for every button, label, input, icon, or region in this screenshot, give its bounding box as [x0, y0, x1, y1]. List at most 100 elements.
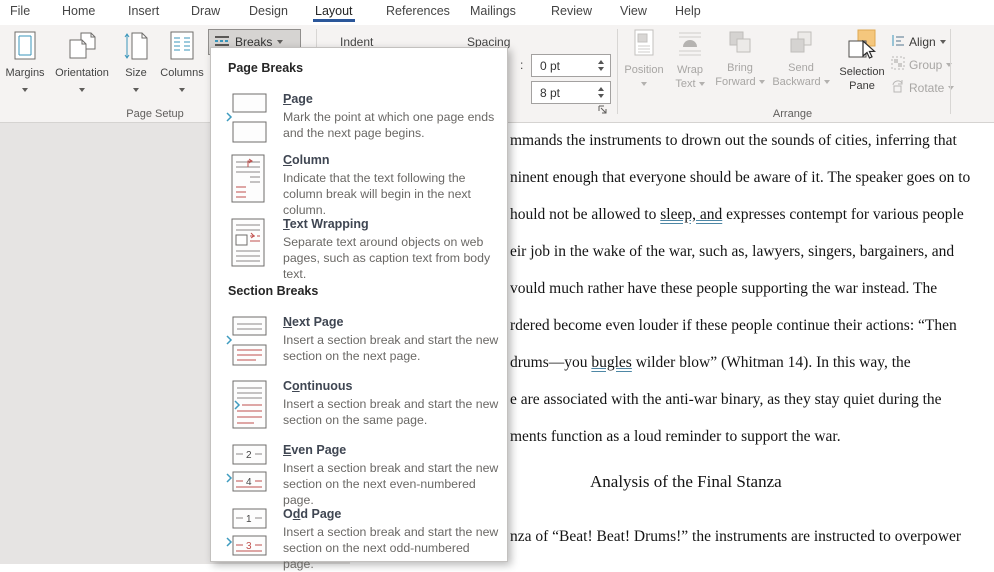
size-button[interactable]: Size [116, 29, 156, 105]
group-button: Group [891, 56, 953, 73]
rotate-button: Rotate [891, 79, 955, 96]
group-separator [950, 29, 951, 114]
margins-icon [2, 31, 48, 64]
chevron-down-icon [277, 40, 284, 44]
position-button: Position [622, 29, 666, 91]
document-line[interactable]: hould not be allowed to sleep, and expre… [510, 206, 964, 224]
menu-item-text-wrapping-break[interactable]: Text Wrapping Separate text around objec… [225, 217, 499, 282]
paragraph-dialog-launcher-icon[interactable] [597, 103, 609, 121]
grammar-underlined-text: sleep, and [660, 206, 723, 223]
chevron-down-icon [79, 88, 85, 93]
menu-item-title: Odd Page [283, 507, 342, 521]
menu-item-description: Indicate that the text following the col… [283, 171, 471, 217]
chevron-down-icon [758, 80, 765, 85]
menu-item-text: Next Page Insert a section break and sta… [283, 315, 501, 367]
svg-text:2: 2 [246, 450, 252, 461]
chevron-down-icon [22, 88, 28, 93]
menu-item-description: Separate text around objects on web page… [283, 235, 491, 281]
word-window: { "menu": { "tabs": [ {"label":"File"}, … [0, 0, 994, 571]
continuous-break-icon [225, 379, 271, 431]
document-line[interactable]: nza of “Beat! Beat! Drums!” the instrume… [510, 528, 961, 546]
label-fragment: : [520, 58, 524, 72]
document-line[interactable]: drums—you bugles wilder blow” (Whitman 1… [510, 354, 911, 372]
group-icon [891, 56, 905, 73]
grammar-underlined-text: bugles [591, 354, 632, 371]
tab-layout[interactable]: Layout [313, 4, 355, 22]
menu-item-title: Text Wrapping [283, 217, 369, 231]
menu-item-description: Insert a section break and start the new… [283, 333, 499, 363]
menu-item-title: Even Page [283, 443, 347, 457]
tab-home[interactable]: Home [62, 4, 95, 18]
columns-icon [156, 31, 208, 64]
page-break-icon [225, 92, 271, 144]
document-heading[interactable]: Analysis of the Final Stanza [590, 472, 782, 492]
wrap-text-button: Wrap Text [668, 29, 712, 91]
document-line[interactable]: e are associated with the anti-war binar… [510, 391, 942, 409]
chevron-down-icon [939, 39, 946, 44]
position-icon [622, 29, 666, 61]
align-button[interactable]: Align [891, 33, 946, 50]
tab-draw[interactable]: Draw [191, 4, 220, 18]
tab-help[interactable]: Help [675, 4, 701, 18]
orientation-button[interactable]: Orientation [50, 29, 114, 105]
bring-forward-icon [712, 29, 768, 59]
orientation-icon [50, 31, 114, 64]
menu-item-text: Odd Page Insert a section break and star… [283, 507, 501, 572]
menu-item-title: Page [283, 92, 313, 106]
arrange-group-label: Arrange [772, 108, 813, 120]
spacing-before-input[interactable]: 0 pt [531, 54, 611, 77]
breaks-dropdown-menu: Page Breaks Page Mark the point at which… [210, 47, 508, 571]
text-wrapping-break-icon [225, 217, 271, 282]
menu-item-text: Continuous Insert a section break and st… [283, 379, 501, 431]
svg-text:4: 4 [246, 477, 252, 488]
menu-item-page-break[interactable]: Page Mark the point at which one page en… [225, 92, 499, 144]
menu-item-continuous-break[interactable]: Continuous Insert a section break and st… [225, 379, 499, 431]
chevron-down-icon [133, 88, 139, 93]
chevron-down-icon [641, 82, 647, 87]
svg-text:3: 3 [246, 541, 252, 552]
tab-file[interactable]: File [10, 4, 30, 18]
menu-item-title: Continuous [283, 379, 353, 393]
margins-button[interactable]: Margins [2, 29, 48, 105]
menu-item-even-page-break[interactable]: 24 Even Page Insert a section break and … [225, 443, 499, 508]
even-page-break-icon: 24 [225, 443, 271, 508]
group-separator [617, 29, 618, 114]
menu-item-text: Page Mark the point at which one page en… [283, 92, 501, 144]
tab-view[interactable]: View [620, 4, 647, 18]
spinner-arrows[interactable] [592, 60, 610, 71]
document-line[interactable]: ninent enough that everyone should be aw… [510, 169, 970, 187]
column-break-icon [225, 153, 271, 218]
wrap-text-icon [668, 29, 712, 61]
chevron-down-icon [823, 80, 830, 85]
tab-review[interactable]: Review [551, 4, 592, 18]
spacing-after-input[interactable]: 8 pt [531, 81, 611, 104]
send-backward-icon [770, 29, 832, 59]
menu-item-column-break[interactable]: Column Indicate that the text following … [225, 153, 499, 218]
menu-item-next-page-break[interactable]: Next Page Insert a section break and sta… [225, 315, 499, 367]
spinner-arrows[interactable] [592, 87, 610, 98]
chevron-down-icon [179, 88, 185, 93]
svg-text:1: 1 [246, 514, 252, 525]
chevron-down-icon [698, 82, 705, 87]
align-icon [891, 33, 905, 50]
menu-bar: File Home Insert Draw Design Layout Refe… [0, 0, 994, 25]
menu-item-description: Mark the point at which one page ends an… [283, 110, 495, 140]
document-line[interactable]: mmands the instruments to drown out the … [510, 132, 957, 150]
tab-insert[interactable]: Insert [128, 4, 159, 18]
columns-button[interactable]: Columns [156, 29, 208, 105]
tab-design[interactable]: Design [249, 4, 288, 18]
document-line[interactable]: ments function as a loud reminder to sup… [510, 428, 841, 446]
mouse-cursor [862, 39, 878, 67]
document-line[interactable]: eir job in the wake of the war, such as,… [510, 243, 954, 261]
menu-item-title: Next Page [283, 315, 344, 329]
document-line[interactable]: vould much rather have these people supp… [510, 280, 937, 298]
next-page-break-icon [225, 315, 271, 367]
page-breaks-header: Page Breaks [228, 61, 304, 75]
section-breaks-header: Section Breaks [228, 284, 319, 298]
tab-references[interactable]: References [386, 4, 450, 18]
menu-item-odd-page-break[interactable]: 13 Odd Page Insert a section break and s… [225, 507, 499, 572]
menu-item-text: Column Indicate that the text following … [283, 153, 501, 218]
tab-mailings[interactable]: Mailings [470, 4, 516, 18]
document-line[interactable]: rdered become even louder if these peopl… [510, 317, 957, 335]
odd-page-break-icon: 13 [225, 507, 271, 572]
